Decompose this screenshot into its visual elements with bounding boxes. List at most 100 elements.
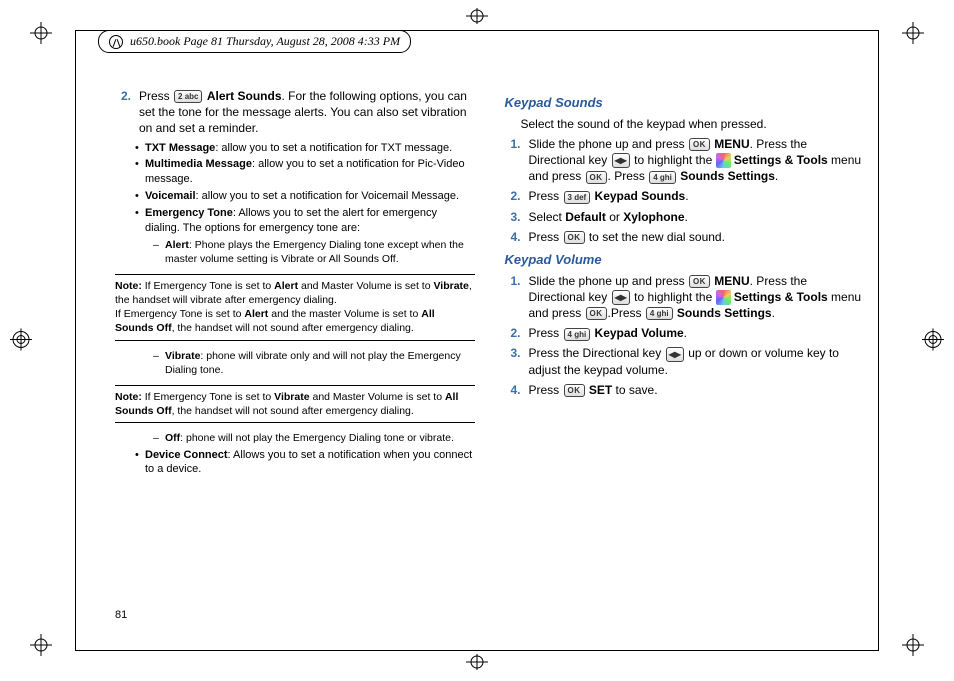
text: : phone will not play the Emergency Dial…: [180, 432, 454, 444]
text: .: [775, 169, 778, 183]
dash-vibrate: –Vibrate: phone will vibrate only and wi…: [153, 349, 475, 377]
text-bold: Voicemail: [145, 190, 196, 202]
text: : phone will vibrate only and will not p…: [165, 350, 461, 376]
step-number: 4.: [505, 382, 529, 398]
settings-tools-icon: [716, 153, 731, 168]
text: to set the new dial sound.: [586, 230, 725, 244]
text-bold: Settings & Tools: [734, 153, 828, 167]
note-label: Note:: [115, 280, 142, 292]
text-bold: Alert: [165, 239, 189, 251]
key-4ghi-icon: 4 ghi: [564, 328, 591, 341]
nav-key-icon: ◀▶: [612, 290, 630, 305]
key-4ghi-icon: 4 ghi: [646, 307, 673, 320]
step-number: 1.: [505, 136, 529, 185]
text-bold: Alert: [244, 308, 268, 320]
header-text: u650.book Page 81 Thursday, August 28, 2…: [130, 34, 400, 48]
crop-mark-icon: [10, 328, 32, 353]
step-body: Press 3 def Keypad Sounds.: [529, 188, 865, 204]
text-bold: Sounds Settings: [680, 169, 775, 183]
dash-alert: –Alert: Phone plays the Emergency Dialin…: [153, 238, 475, 266]
book-icon: [109, 35, 123, 49]
text: If Emergency Tone is set to: [115, 308, 244, 320]
text-bold: Xylophone: [623, 210, 684, 224]
bullet-txt: •TXT Message: allow you to set a notific…: [135, 141, 475, 156]
text-bold: Sounds Settings: [677, 306, 772, 320]
key-3def-icon: 3 def: [564, 191, 591, 204]
text: Press: [529, 230, 563, 244]
text: Press: [139, 89, 173, 103]
bullet-icon: •: [135, 141, 145, 156]
text: to highlight the: [631, 153, 716, 167]
text-bold: Multimedia Message: [145, 158, 252, 170]
ok-key-icon: OK: [689, 138, 710, 151]
text: or: [606, 210, 623, 224]
text: .Press: [608, 306, 645, 320]
text: to save.: [612, 383, 657, 397]
step-2: 2. Press 2 abc Alert Sounds. For the fol…: [115, 88, 475, 137]
step-number: 1.: [505, 273, 529, 322]
content: 2. Press 2 abc Alert Sounds. For the fol…: [115, 88, 864, 611]
ks-step-2: 2. Press 3 def Keypad Sounds.: [505, 188, 865, 204]
text: : allow you to set a notification for TX…: [215, 142, 452, 154]
settings-tools-icon: [716, 290, 731, 305]
left-column: 2. Press 2 abc Alert Sounds. For the fol…: [115, 88, 475, 611]
ks-step-1: 1. Slide the phone up and press OK MENU.…: [505, 136, 865, 185]
text: Press the Directional key: [529, 346, 665, 360]
crop-mark-icon: [30, 634, 52, 659]
kv-step-3: 3. Press the Directional key ◀▶ up or do…: [505, 345, 865, 378]
note-1: Note: If Emergency Tone is set to Alert …: [115, 274, 475, 341]
text: and Master Volume is set to: [310, 391, 445, 403]
ok-key-icon: OK: [586, 307, 607, 320]
step-number: 3.: [505, 345, 529, 378]
text: Slide the phone up and press: [529, 137, 688, 151]
text: to highlight the: [631, 290, 716, 304]
bullet-vm: •Voicemail: allow you to set a notificat…: [135, 189, 475, 204]
bullet-et: •Emergency Tone: Allows you to set the a…: [135, 206, 475, 236]
kv-step-2: 2. Press 4 ghi Keypad Volume.: [505, 325, 865, 341]
step-number: 2.: [115, 88, 139, 137]
crop-mark-icon: [902, 634, 924, 659]
step-body: Press 4 ghi Keypad Volume.: [529, 325, 865, 341]
step-body: Slide the phone up and press OK MENU. Pr…: [529, 273, 865, 322]
intro-text: Select the sound of the keypad when pres…: [521, 116, 865, 132]
crop-mark-icon: [466, 654, 488, 673]
dash-icon: –: [153, 238, 165, 266]
text: : allow you to set a notification for Vo…: [196, 190, 460, 202]
text-bold: SET: [589, 383, 612, 397]
text-bold: Default: [565, 210, 606, 224]
ok-key-icon: OK: [586, 171, 607, 184]
text-bold: TXT Message: [145, 142, 215, 154]
step-number: 4.: [505, 229, 529, 245]
bullet-icon: •: [135, 206, 145, 236]
note-2: Note: If Emergency Tone is set to Vibrat…: [115, 385, 475, 423]
page-number: 81: [115, 609, 127, 621]
text-bold: Vibrate: [433, 280, 468, 292]
text: Slide the phone up and press: [529, 274, 688, 288]
ok-key-icon: OK: [564, 231, 585, 244]
key-2abc-icon: 2 abc: [174, 90, 202, 103]
step-body: Press OK SET to save.: [529, 382, 865, 398]
step-body: Select Default or Xylophone.: [529, 209, 865, 225]
step-number: 3.: [505, 209, 529, 225]
text: Press: [529, 383, 563, 397]
crop-mark-icon: [922, 328, 944, 353]
text: .: [772, 306, 775, 320]
bullet-icon: •: [135, 189, 145, 204]
header-bar: u650.book Page 81 Thursday, August 28, 2…: [98, 30, 411, 53]
nav-key-icon: ◀▶: [612, 153, 630, 168]
step-number: 2.: [505, 325, 529, 341]
text: Press: [529, 326, 563, 340]
crop-mark-icon: [902, 22, 924, 47]
nav-key-icon: ◀▶: [666, 347, 684, 362]
heading-keypad-volume: Keypad Volume: [505, 251, 865, 269]
bullet-icon: •: [135, 448, 145, 478]
ks-step-3: 3. Select Default or Xylophone.: [505, 209, 865, 225]
ks-step-4: 4. Press OK to set the new dial sound.: [505, 229, 865, 245]
text-bold: Vibrate: [274, 391, 309, 403]
text-bold: Keypad Volume: [595, 326, 684, 340]
dash-off: –Off: phone will not play the Emergency …: [153, 431, 475, 445]
text: Press: [529, 189, 563, 203]
text: .: [685, 210, 688, 224]
bullet-icon: •: [135, 157, 145, 187]
text-bold: Settings & Tools: [734, 290, 828, 304]
